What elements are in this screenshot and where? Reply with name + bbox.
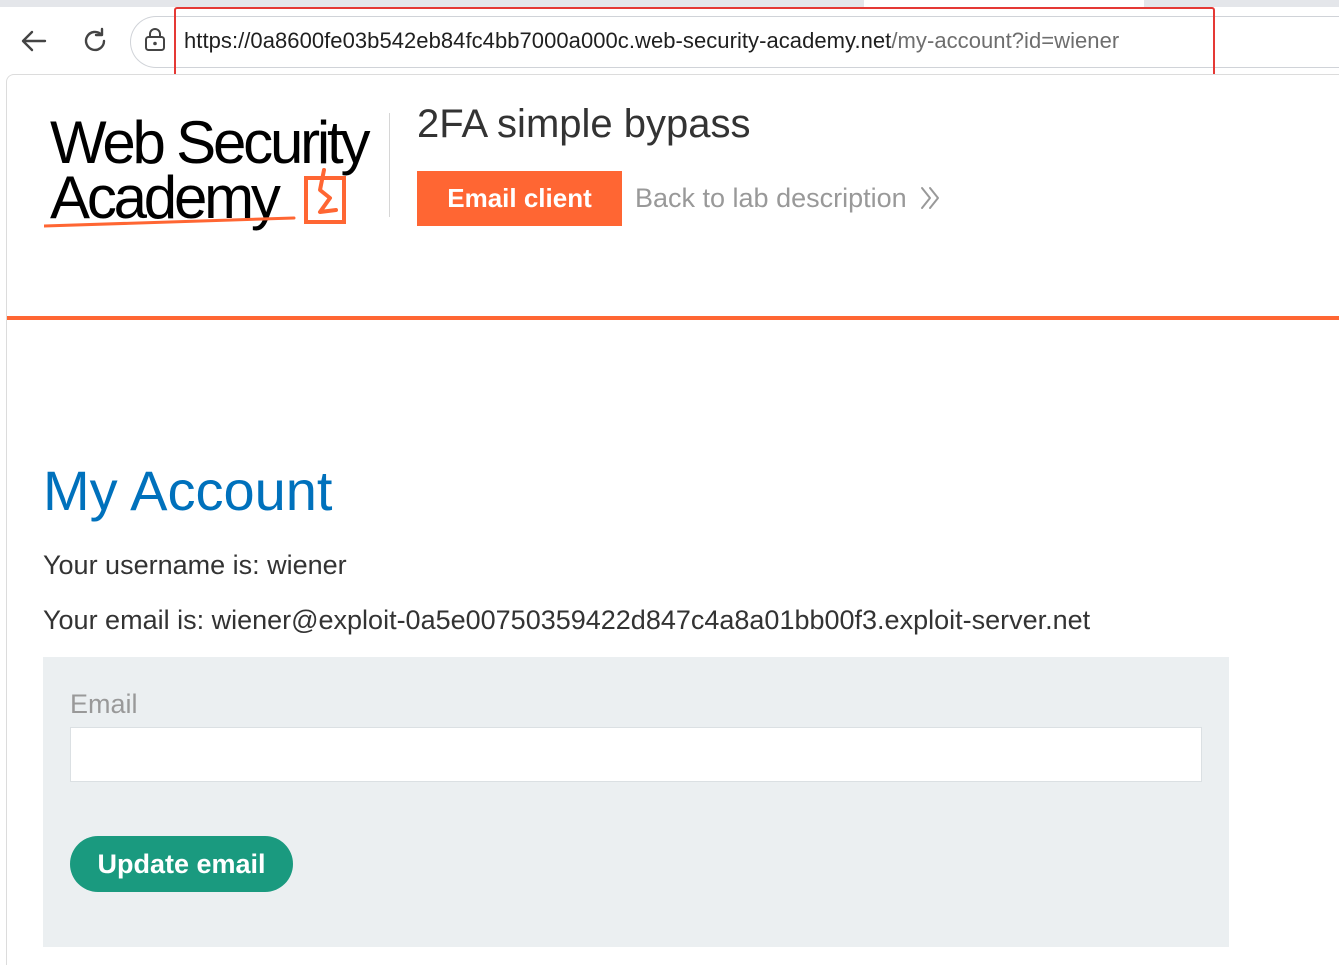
active-tab-edge — [864, 0, 1144, 7]
double-chevron-right-icon — [920, 187, 939, 209]
back-to-lab-description-link[interactable]: Back to lab description — [635, 182, 941, 214]
lab-title: 2FA simple bypass — [417, 102, 751, 146]
header-separator — [7, 316, 1339, 320]
logo-lightning-icon — [304, 168, 346, 224]
lock-icon[interactable] — [144, 27, 166, 51]
back-link-label: Back to lab description — [635, 183, 907, 213]
update-email-button[interactable]: Update email — [70, 836, 293, 892]
tab-strip — [0, 0, 1339, 7]
back-button[interactable] — [16, 23, 52, 59]
url-text[interactable]: https://0a8600fe03b542eb84fc4bb7000a000c… — [184, 27, 1119, 55]
reload-button[interactable] — [77, 23, 113, 59]
change-email-form — [43, 657, 1229, 947]
back-arrow-icon — [21, 30, 47, 52]
url-path: /my-account?id=wiener — [891, 28, 1120, 53]
reload-icon — [84, 27, 106, 52]
username-info: Your username is: wiener — [43, 550, 347, 580]
page-title: My Account — [43, 459, 333, 522]
email-field[interactable] — [70, 727, 1202, 782]
email-client-button[interactable]: Email client — [417, 171, 622, 226]
email-field-label: Email — [70, 689, 138, 719]
web-security-academy-logo[interactable]: Web Security Academy — [44, 106, 384, 236]
header-divider — [389, 113, 390, 217]
email-info: Your email is: wiener@exploit-0a5e007503… — [43, 605, 1091, 635]
url-host: https://0a8600fe03b542eb84fc4bb7000a000c… — [184, 28, 892, 53]
